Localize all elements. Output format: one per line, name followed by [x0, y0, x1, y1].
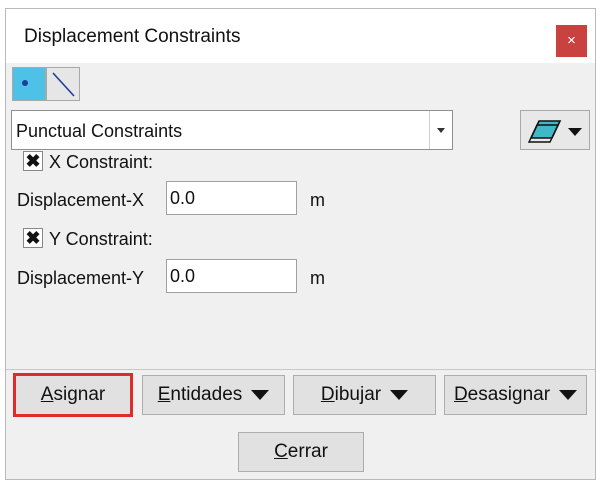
draw-button-label: Dibujar [320, 384, 382, 405]
chevron-down-icon [568, 128, 582, 136]
entities-menu-button[interactable]: Entidades [142, 375, 285, 415]
constraint-type-value: Punctual Constraints [16, 121, 183, 141]
draw-menu-button[interactable]: Dibujar [293, 375, 436, 415]
displacement-y-label: Displacement-Y [17, 268, 145, 288]
y-constraint-checkbox[interactable]: ✖ [23, 228, 43, 248]
point-icon [22, 80, 28, 86]
line-tool-button[interactable] [46, 67, 80, 101]
unassign-button-label: Desasignar [453, 384, 551, 405]
line-icon [52, 72, 75, 97]
x-constraint-checkbox[interactable]: ✖ [23, 151, 43, 171]
chevron-down-icon[interactable] [429, 111, 452, 149]
title-bar: Displacement Constraints × [6, 9, 595, 63]
x-constraint-label: X Constraint: [49, 152, 154, 172]
close-button[interactable]: Cerrar [238, 432, 364, 472]
displacement-constraints-window: Displacement Constraints × Punctual Cons… [5, 8, 596, 480]
constraint-type-select[interactable]: Punctual Constraints [11, 110, 453, 150]
displacement-x-unit: m [310, 190, 325, 210]
entities-button-label: Entidades [157, 384, 243, 405]
close-button-label: Cerrar [274, 441, 328, 462]
chevron-down-icon [390, 390, 409, 400]
displacement-x-label: Displacement-X [17, 190, 145, 210]
unassign-menu-button[interactable]: Desasignar [444, 375, 587, 415]
assign-button-label: Asignar [40, 384, 106, 405]
displacement-y-input[interactable] [166, 259, 297, 293]
divider [6, 369, 595, 370]
point-tool-button[interactable] [12, 67, 46, 101]
layer-icon [527, 120, 562, 143]
y-constraint-label: Y Constraint: [49, 229, 153, 249]
chevron-down-icon [559, 390, 578, 400]
window-title: Displacement Constraints [24, 26, 241, 47]
chevron-down-icon [251, 390, 270, 400]
displacement-y-unit: m [310, 268, 325, 288]
layer-menu-button[interactable] [520, 110, 590, 150]
displacement-x-input[interactable] [166, 181, 297, 215]
assign-button[interactable]: Asignar [13, 373, 133, 417]
close-window-button[interactable]: × [556, 25, 587, 57]
